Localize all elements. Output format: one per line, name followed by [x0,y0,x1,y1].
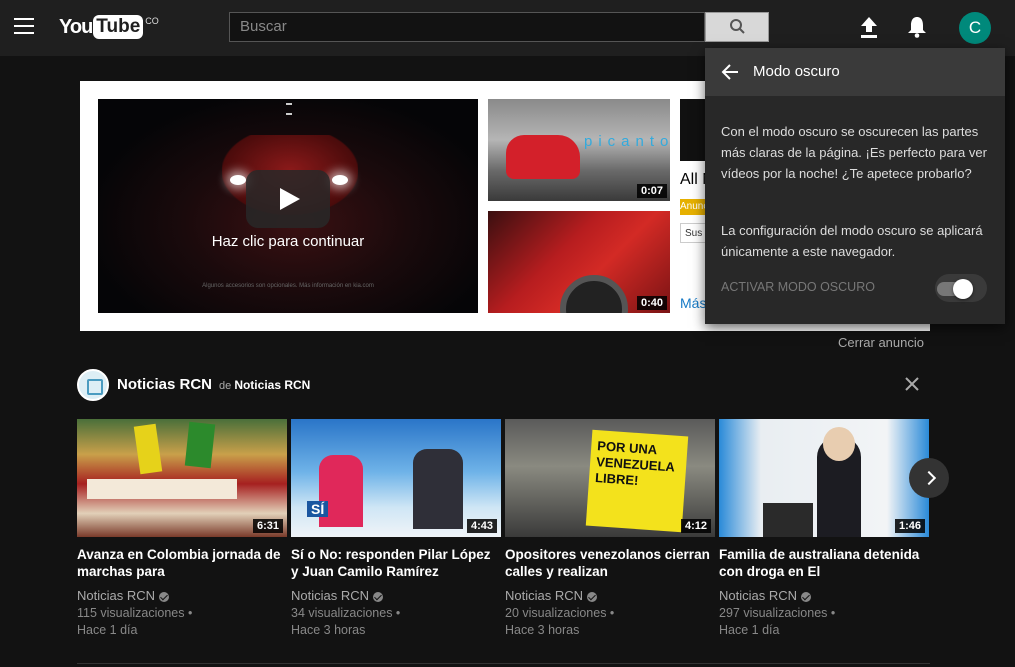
ad-side-thumbnail[interactable] [680,99,705,161]
video-title[interactable]: Avanza en Colombia jornada de marchas pa… [77,546,287,580]
logo-you: You [59,16,93,38]
video-views: 34 visualizaciones • [291,606,401,620]
video-age: Hace 1 día [719,623,780,637]
headlight [332,175,348,185]
youtube-logo[interactable]: You Tube CO [59,14,159,40]
popup-header: Modo oscuro [705,48,1005,96]
dark-mode-note: La configuración del modo oscuro se apli… [721,223,983,259]
duration-badge: 4:12 [680,519,711,533]
video-thumbnail[interactable]: POR UNA VENEZUELA LIBRE! 4:12 [505,419,715,537]
tunnel-light [286,103,292,105]
dark-mode-toggle[interactable] [935,274,987,302]
avatar[interactable]: C [959,12,991,44]
toggle-knob[interactable] [953,279,973,299]
protest-flag [133,423,163,475]
guest-figure [413,449,463,529]
shelf-channel-title[interactable]: Noticias RCN [117,376,212,393]
ad-side-column: All N Anuncio Sus Más [680,99,705,313]
verified-icon [159,591,170,602]
channel-name[interactable]: Noticias RCN [505,588,583,603]
duration-badge: 6:31 [252,519,283,533]
duration-badge: 4:43 [466,519,497,533]
video-card[interactable]: 1:46 Familia de australiana detenida con… [719,419,929,637]
close-icon[interactable] [903,375,921,393]
duration-badge: 0:07 [636,184,667,198]
ad-thumbnail-1[interactable]: picanto 0:07 [488,99,670,201]
bell-icon[interactable] [907,16,927,38]
channel-name[interactable]: Noticias RCN [719,588,797,603]
brand-text: picanto [584,133,670,150]
video-views: 297 visualizaciones • [719,606,836,620]
suitcase [763,503,813,537]
by-prefix: de [219,380,232,392]
back-arrow-icon[interactable] [721,63,739,81]
person-head [823,427,855,461]
video-views: 20 visualizaciones • [505,606,615,620]
verified-icon [587,591,598,602]
search-input[interactable]: Buscar [229,12,705,42]
protest-flag [184,421,216,469]
channel-name[interactable]: Noticias RCN [291,588,369,603]
wheel-image [560,275,628,313]
close-ad-link[interactable]: Cerrar anuncio [838,335,924,350]
shelf-next-button[interactable] [909,458,949,498]
video-age: Hace 3 horas [505,623,580,637]
ad-fine-print: Algunos accesorios son opcionales. Más i… [202,283,374,289]
channel-avatar[interactable] [77,369,109,401]
subscribe-button[interactable]: Sus [680,223,705,243]
menu-icon[interactable] [14,18,34,34]
upload-icon[interactable] [860,17,878,39]
video-channel[interactable]: Noticias RCN [291,588,501,603]
video-thumbnail[interactable]: SÍ 4:43 [291,419,501,537]
logo-tube: Tube [93,15,144,39]
duration-badge: 0:40 [636,296,667,310]
verified-icon [373,591,384,602]
video-age: Hace 1 día [77,623,138,637]
video-title[interactable]: Sí o No: responden Pilar López y Juan Ca… [291,546,501,580]
divider [77,663,930,664]
ad-thumbnail-2[interactable]: 0:40 [488,211,670,313]
toggle-label: ACTIVAR MODO OSCURO [721,280,875,294]
popup-title: Modo oscuro [753,63,840,80]
search-icon [730,19,745,34]
by-channel-link[interactable]: Noticias RCN [234,378,310,392]
duration-badge: 1:46 [894,519,925,533]
video-title[interactable]: Opositores venezolanos cierran calles y … [505,546,715,580]
play-button[interactable] [246,170,330,228]
logo-region: CO [145,16,159,26]
video-thumbnail[interactable]: 6:31 [77,419,287,537]
video-channel[interactable]: Noticias RCN [77,588,287,603]
video-channel[interactable]: Noticias RCN [505,588,715,603]
click-to-continue[interactable]: Haz clic para continuar [98,233,478,250]
protest-banner [87,479,237,499]
ad-badge: Anuncio [680,199,705,215]
video-thumbnail[interactable]: 1:46 [719,419,929,537]
si-label: SÍ [307,501,329,517]
shelf-by-line: de Noticias RCN [219,378,310,392]
video-card[interactable]: POR UNA VENEZUELA LIBRE! 4:12 Opositores… [505,419,715,637]
video-channel[interactable]: Noticias RCN [719,588,929,603]
protest-banner: POR UNA VENEZUELA LIBRE! [585,429,689,533]
verified-icon [801,591,812,602]
video-age: Hace 3 horas [291,623,366,637]
tunnel-light [286,113,292,115]
dark-mode-description: Con el modo oscuro se oscurecen las part… [721,124,987,181]
channel-name[interactable]: Noticias RCN [77,588,155,603]
dark-mode-popup: Modo oscuro Con el modo oscuro se oscure… [705,48,1005,324]
ad-video-player[interactable]: Haz clic para continuar Algunos accesori… [98,99,478,313]
video-card[interactable]: 6:31 Avanza en Colombia jornada de march… [77,419,287,637]
ad-side-title[interactable]: All N [680,171,705,189]
headlight [230,175,246,185]
video-title[interactable]: Familia de australiana detenida con drog… [719,546,929,580]
search-button[interactable] [705,12,769,42]
more-link[interactable]: Más [680,295,705,311]
video-views: 115 visualizaciones • [77,606,193,620]
car-image [506,135,580,179]
video-card[interactable]: SÍ 4:43 Sí o No: responden Pilar López y… [291,419,501,637]
